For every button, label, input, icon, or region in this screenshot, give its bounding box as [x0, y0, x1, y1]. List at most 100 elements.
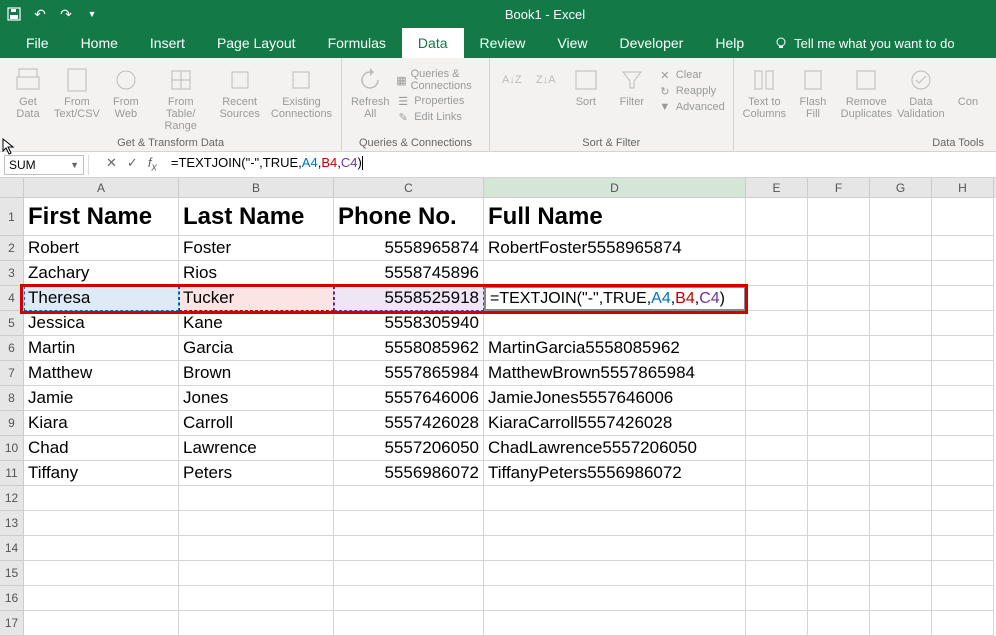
- cell[interactable]: [870, 198, 932, 236]
- cell[interactable]: Martin: [24, 336, 179, 361]
- cell[interactable]: [870, 461, 932, 486]
- cell[interactable]: [808, 536, 870, 561]
- cell[interactable]: [870, 586, 932, 611]
- cell[interactable]: Tiffany: [24, 461, 179, 486]
- row-header[interactable]: 14: [0, 536, 24, 561]
- row-header[interactable]: 2: [0, 236, 24, 261]
- cell[interactable]: [334, 586, 484, 611]
- cell[interactable]: [746, 361, 808, 386]
- cell[interactable]: [808, 436, 870, 461]
- cell[interactable]: [932, 236, 994, 261]
- cell[interactable]: [870, 436, 932, 461]
- tell-me-search[interactable]: Tell me what you want to do: [760, 28, 968, 58]
- cell[interactable]: [932, 386, 994, 411]
- cell[interactable]: [746, 311, 808, 336]
- cell[interactable]: [808, 311, 870, 336]
- cell[interactable]: [746, 486, 808, 511]
- row-header[interactable]: 9: [0, 411, 24, 436]
- cell[interactable]: Kiara: [24, 411, 179, 436]
- cell[interactable]: Kane: [179, 311, 334, 336]
- cell[interactable]: [870, 486, 932, 511]
- cell[interactable]: [932, 411, 994, 436]
- edit-links-item[interactable]: ✎Edit Links: [396, 110, 481, 124]
- row-header[interactable]: 8: [0, 386, 24, 411]
- cell[interactable]: [484, 511, 746, 536]
- fx-icon[interactable]: fx: [148, 155, 157, 174]
- col-header-b[interactable]: B: [179, 178, 334, 198]
- row-header[interactable]: 13: [0, 511, 24, 536]
- tab-review[interactable]: Review: [464, 28, 542, 58]
- clear-item[interactable]: ✕Clear: [658, 68, 725, 82]
- cell[interactable]: [484, 311, 746, 336]
- cell[interactable]: Carroll: [179, 411, 334, 436]
- cancel-icon[interactable]: ✕: [106, 155, 117, 174]
- cell[interactable]: [870, 386, 932, 411]
- data-validation-button[interactable]: Data Validation: [900, 62, 942, 120]
- row-header[interactable]: 1: [0, 198, 24, 236]
- cell[interactable]: [808, 386, 870, 411]
- cell[interactable]: Chad: [24, 436, 179, 461]
- row-header[interactable]: 3: [0, 261, 24, 286]
- from-text-csv-button[interactable]: From Text/CSV: [54, 62, 100, 120]
- cell[interactable]: [808, 586, 870, 611]
- cell[interactable]: [808, 286, 870, 311]
- cell[interactable]: [932, 486, 994, 511]
- cell[interactable]: Theresa: [24, 286, 179, 311]
- cell[interactable]: =TEXTJOIN("-",TRUE,A4,B4,C4): [484, 286, 746, 311]
- col-header-a[interactable]: A: [24, 178, 179, 198]
- formula-input[interactable]: =TEXTJOIN("-",TRUE,A4,B4,C4): [167, 155, 992, 175]
- cell[interactable]: [808, 561, 870, 586]
- cell[interactable]: [808, 198, 870, 236]
- cell[interactable]: [179, 611, 334, 636]
- cell[interactable]: [179, 561, 334, 586]
- cell[interactable]: [746, 261, 808, 286]
- cell[interactable]: [746, 536, 808, 561]
- redo-icon[interactable]: ↷: [58, 6, 74, 22]
- cell[interactable]: [932, 511, 994, 536]
- cell[interactable]: [932, 198, 994, 236]
- cell[interactable]: [334, 511, 484, 536]
- cell[interactable]: [484, 261, 746, 286]
- tab-help[interactable]: Help: [699, 28, 760, 58]
- queries-connections-item[interactable]: ▦Queries & Connections: [396, 68, 481, 92]
- tab-home[interactable]: Home: [65, 28, 134, 58]
- filter-button[interactable]: Filter: [612, 62, 652, 108]
- cell[interactable]: [808, 411, 870, 436]
- cell[interactable]: Jamie: [24, 386, 179, 411]
- cell[interactable]: JamieJones5557646006: [484, 386, 746, 411]
- cell[interactable]: Rios: [179, 261, 334, 286]
- cell[interactable]: [808, 511, 870, 536]
- col-header-c[interactable]: C: [334, 178, 484, 198]
- row-header[interactable]: 4: [0, 286, 24, 311]
- cell[interactable]: KiaraCarroll5557426028: [484, 411, 746, 436]
- cell[interactable]: [932, 611, 994, 636]
- cell[interactable]: [808, 336, 870, 361]
- cell[interactable]: [484, 561, 746, 586]
- cell[interactable]: 5558525918: [334, 286, 484, 311]
- cell[interactable]: [870, 336, 932, 361]
- cell[interactable]: [179, 511, 334, 536]
- sort-az-button[interactable]: A↓Z: [498, 62, 526, 94]
- cell[interactable]: [870, 261, 932, 286]
- get-data-button[interactable]: Get Data: [8, 62, 48, 120]
- cell[interactable]: [746, 286, 808, 311]
- tab-page-layout[interactable]: Page Layout: [201, 28, 312, 58]
- cell[interactable]: Foster: [179, 236, 334, 261]
- cell[interactable]: [746, 611, 808, 636]
- cell[interactable]: [24, 486, 179, 511]
- tab-formulas[interactable]: Formulas: [312, 28, 402, 58]
- cell[interactable]: [484, 536, 746, 561]
- cell[interactable]: First Name: [24, 198, 179, 236]
- row-header[interactable]: 11: [0, 461, 24, 486]
- cell[interactable]: Zachary: [24, 261, 179, 286]
- cell[interactable]: Jones: [179, 386, 334, 411]
- cell[interactable]: TiffanyPeters5556986072: [484, 461, 746, 486]
- existing-connections-button[interactable]: Existing Connections: [270, 62, 333, 120]
- from-web-button[interactable]: From Web: [106, 62, 146, 120]
- cell[interactable]: Tucker: [179, 286, 334, 311]
- select-all-corner[interactable]: [0, 178, 24, 198]
- cell[interactable]: [808, 236, 870, 261]
- cell[interactable]: [334, 611, 484, 636]
- row-header[interactable]: 6: [0, 336, 24, 361]
- cell[interactable]: [870, 311, 932, 336]
